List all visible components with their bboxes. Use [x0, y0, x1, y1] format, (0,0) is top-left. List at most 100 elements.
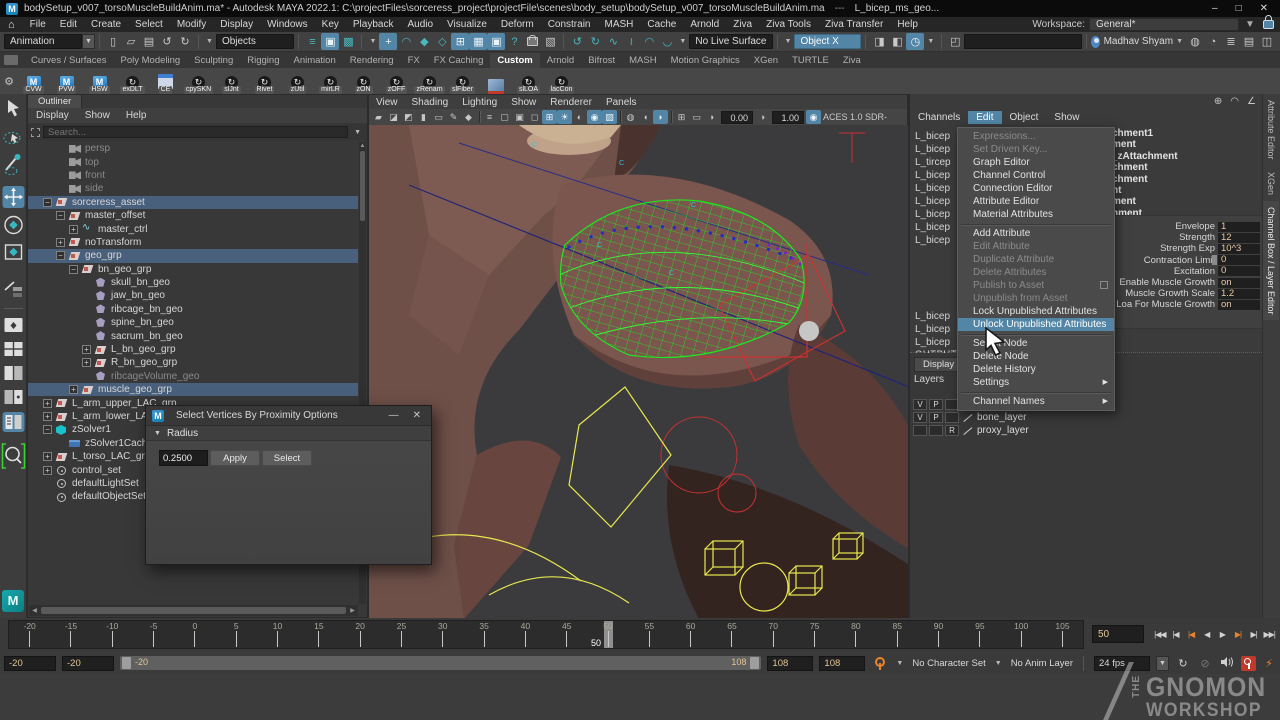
outliner-tree-row[interactable]: − master_offset: [28, 209, 358, 222]
outliner-tree-row[interactable]: spine_bn_geo: [28, 316, 358, 329]
timeline-tick[interactable]: 80: [835, 621, 876, 648]
shelf-tab[interactable]: Bifrost: [581, 53, 622, 68]
input-node[interactable]: _zAttachment: [1112, 151, 1264, 162]
minimize-button[interactable]: –: [1212, 3, 1218, 14]
workspace-selector[interactable]: General*: [1089, 18, 1239, 31]
rebuild-history-icon[interactable]: ◡: [658, 33, 676, 50]
timeline-tick[interactable]: 40: [505, 621, 546, 648]
shelf-button-cvw[interactable]: CVW: [17, 69, 50, 94]
timeline-tick[interactable]: 100: [1001, 621, 1042, 648]
play-backwards-button[interactable]: ◀: [1199, 625, 1215, 643]
shelf-tab[interactable]: Arnold: [540, 53, 581, 68]
select-tool-icon[interactable]: [8, 100, 19, 117]
layout-outliner-persp-icon[interactable]: [3, 412, 25, 432]
viewport-menu-item[interactable]: View: [369, 97, 405, 108]
attribute-value-field[interactable]: 1.2: [1218, 289, 1260, 299]
scroll-right-icon[interactable]: ▶: [347, 607, 358, 614]
expander-icon[interactable]: +: [43, 412, 52, 421]
expander-icon[interactable]: −: [56, 251, 65, 260]
timeline-tick[interactable]: 60: [670, 621, 711, 648]
layer-visibility-toggle[interactable]: [913, 425, 927, 436]
shelf-tab[interactable]: XGen: [747, 53, 785, 68]
checkbox-icon[interactable]: [1100, 281, 1108, 289]
menu-item[interactable]: Ziva: [726, 19, 759, 30]
edit-menu-item[interactable]: Delete Node ▶: [958, 350, 1114, 363]
expander-icon[interactable]: +: [69, 385, 78, 394]
shelf-tab[interactable]: TURTLE: [785, 53, 836, 68]
shelf-tab[interactable]: Motion Graphics: [664, 53, 747, 68]
outliner-menu-item[interactable]: Display: [28, 110, 77, 121]
surface-history-icon[interactable]: ≀: [622, 33, 640, 50]
outliner-tree-row[interactable]: front: [28, 169, 358, 182]
input-node[interactable]: ment: [1112, 139, 1264, 150]
attribute-value-field[interactable]: 12: [1218, 233, 1260, 243]
dialog-minimize-button[interactable]: —: [385, 410, 403, 421]
outliner-tree-row[interactable]: + muscle_geo_grp: [28, 383, 358, 396]
sidebar-tab[interactable]: XGen: [1263, 166, 1279, 201]
symmetry-caret-icon[interactable]: ▼: [782, 38, 795, 45]
outliner-tree-row[interactable]: ribcageVolume_geo: [28, 370, 358, 383]
input-node[interactable]: chment: [1112, 174, 1264, 185]
expander-icon[interactable]: +: [82, 345, 91, 354]
quick-select-icon[interactable]: ◰: [946, 33, 964, 50]
animation-start-field[interactable]: -20: [4, 656, 56, 671]
animation-end-field[interactable]: 108: [819, 656, 865, 671]
edit-menu-item[interactable]: Material Attributes ▶: [958, 208, 1114, 221]
menu-item[interactable]: MASH: [598, 19, 641, 30]
go-to-start-button[interactable]: |◀◀: [1152, 625, 1168, 643]
channels-menu[interactable]: Channels: [910, 111, 968, 124]
color-space-label[interactable]: ACES 1.0 SDR-: [823, 112, 887, 122]
character-controls-icon[interactable]: ◔: [1204, 33, 1222, 50]
shelf-button-playblast[interactable]: [479, 69, 512, 94]
timeline-tick[interactable]: -5: [133, 621, 174, 648]
snap-viewplane-icon[interactable]: ▣: [487, 33, 505, 50]
attribute-value-field[interactable]: on: [1218, 300, 1260, 310]
layer-visibility-toggle[interactable]: V: [913, 399, 927, 410]
attribute-value-field[interactable]: 0: [1218, 266, 1260, 276]
outliner-tree-row[interactable]: side: [28, 182, 358, 195]
menu-item[interactable]: Cache: [640, 19, 683, 30]
deformer-history-icon[interactable]: ◠: [640, 33, 658, 50]
shelf-button-zrenam[interactable]: zRenam: [413, 69, 446, 94]
character-set-selector[interactable]: No Character Set: [912, 658, 985, 669]
go-to-end-button[interactable]: ▶▶|: [1261, 625, 1277, 643]
layout-two-pane-icon[interactable]: [5, 366, 23, 380]
gamma-field[interactable]: 1.00: [772, 111, 804, 124]
shelf-button-mirlr[interactable]: mirLR: [314, 69, 347, 94]
edit-menu-item[interactable]: Unlock Unpublished Attributes ▶: [958, 318, 1114, 331]
evaluation-mode-icon[interactable]: ⚡: [1262, 657, 1276, 670]
wireframe-icon[interactable]: ≡: [482, 110, 497, 124]
exposure-field[interactable]: 0.00: [721, 111, 753, 124]
scroll-up-icon[interactable]: ▲: [359, 142, 366, 150]
timeline-tick[interactable]: 50 50: [587, 621, 628, 648]
expander-icon[interactable]: −: [69, 265, 78, 274]
shelf-tab[interactable]: Rigging: [240, 53, 286, 68]
snap-curve-icon[interactable]: ◠: [397, 33, 415, 50]
shelf-tab[interactable]: Custom: [490, 53, 539, 68]
workspace-caret-icon[interactable]: ▼: [1243, 19, 1257, 30]
fps-caret-icon[interactable]: ▼: [1156, 656, 1169, 671]
scale-tool-icon[interactable]: [6, 245, 22, 259]
menu-item[interactable]: Modify: [170, 19, 213, 30]
maximize-button[interactable]: □: [1236, 3, 1242, 14]
shelf-button-pvw[interactable]: PVW: [50, 69, 83, 94]
edit-menu-item[interactable]: Unpublish from Asset ▶: [958, 292, 1114, 305]
manipulator-icon[interactable]: ⊕: [1214, 96, 1222, 107]
fps-selector[interactable]: 24 fps: [1094, 656, 1150, 671]
objects-filter-field[interactable]: Objects: [216, 34, 295, 49]
timeline-tick[interactable]: 75: [794, 621, 835, 648]
shaded-wire-icon[interactable]: ⊞: [542, 110, 557, 124]
shadows-icon[interactable]: ◐: [572, 110, 587, 124]
tweak-mode-icon[interactable]: [5, 282, 22, 297]
exposure-icon[interactable]: ◑: [704, 110, 719, 124]
step-back-frame-button[interactable]: |◀: [1168, 625, 1184, 643]
set-key-icon[interactable]: [871, 656, 887, 671]
shelf-button-zutil[interactable]: zUtil: [281, 69, 314, 94]
edit-menu-item[interactable]: Expressions... ▶: [958, 130, 1114, 143]
menu-item[interactable]: Playback: [346, 19, 401, 30]
sidebar-tab[interactable]: Attribute Editor: [1263, 94, 1279, 166]
isolate-select-icon[interactable]: ◍: [623, 110, 638, 124]
playback-end-field[interactable]: 108: [767, 656, 813, 671]
timeline-tick[interactable]: -20: [9, 621, 50, 648]
expander-icon[interactable]: −: [43, 198, 52, 207]
